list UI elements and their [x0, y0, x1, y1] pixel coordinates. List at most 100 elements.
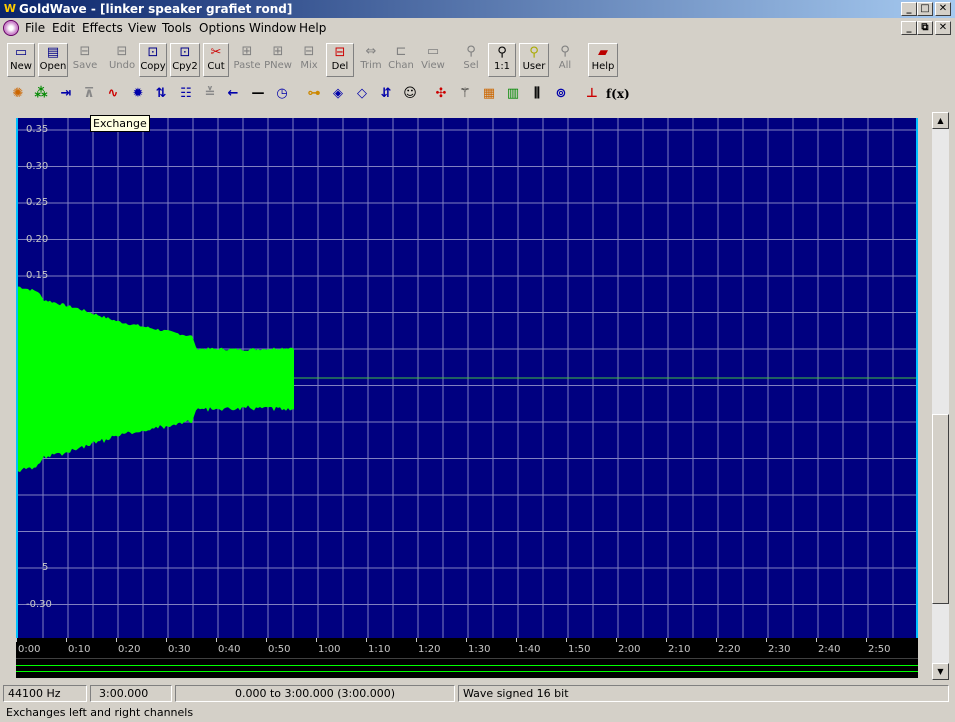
- time-tick: 2:40: [818, 644, 841, 655]
- doc-minimize-button[interactable]: _: [901, 21, 917, 35]
- time-tick: 2:30: [768, 644, 791, 655]
- mix-button[interactable]: ⊟ Mix: [296, 43, 322, 77]
- main-toolbar: ▭ New ▤ Open ⊟ Save ⊟ Undo ⊡ Copy ⊡ Cpy2 ✂ Cut …: [0, 41, 955, 77]
- time-tick-mark: [66, 638, 67, 642]
- spectrum-icon[interactable]: ✺: [7, 83, 29, 105]
- doppler-icon[interactable]: ◇: [351, 83, 373, 105]
- reverse-level-icon[interactable]: ⊼: [78, 83, 100, 105]
- band-filter-icon[interactable]: ▥: [502, 83, 524, 105]
- cut-icon: ✂: [210, 45, 222, 60]
- trim-button[interactable]: ⇔ Trim: [357, 43, 385, 77]
- zoom-user-button[interactable]: ⚲ User: [519, 43, 549, 77]
- mix-icon: ⊟: [303, 44, 315, 59]
- time-tick-mark: [666, 638, 667, 642]
- flanger-icon[interactable]: ◈: [327, 83, 349, 105]
- overview-wave-top: [16, 665, 918, 666]
- time-tick: 2:50: [868, 644, 891, 655]
- menu-effects[interactable]: Effects: [82, 21, 123, 35]
- y-tick-4: 0.15: [26, 270, 49, 281]
- scroll-down-button[interactable]: ▼: [932, 663, 949, 680]
- spectrum-filter-icon[interactable]: ▦: [478, 83, 500, 105]
- zoom-all-button[interactable]: ⚲ All: [552, 43, 578, 77]
- cut-button[interactable]: ✂ Cut: [203, 43, 229, 77]
- time-tick: 2:00: [618, 644, 641, 655]
- compress-icon[interactable]: ≚: [199, 83, 221, 105]
- copy-button[interactable]: ⊡ Copy: [139, 43, 167, 77]
- help-button[interactable]: ▰ Help: [588, 43, 618, 77]
- maximize-button[interactable]: □: [917, 2, 933, 16]
- flat-line-icon[interactable]: —: [247, 83, 269, 105]
- time-tick: 0:00: [18, 644, 41, 655]
- menu-tools[interactable]: Tools: [162, 21, 192, 35]
- channel-button[interactable]: ⊏ Chan: [387, 43, 415, 77]
- save-button[interactable]: ⊟ Save: [71, 43, 99, 77]
- time-tick: 0:50: [268, 644, 291, 655]
- doc-restore-button[interactable]: ⧉: [917, 21, 933, 35]
- y-tick-5: 5: [42, 562, 49, 573]
- menu-edit[interactable]: Edit: [52, 21, 75, 35]
- new-button[interactable]: ▭ New: [7, 43, 35, 77]
- zoom-selection-button[interactable]: ⚲ Sel: [457, 43, 485, 77]
- zoom-1to1-button[interactable]: ⚲ 1:1: [488, 43, 516, 77]
- doc-close-button[interactable]: ✕: [935, 21, 951, 35]
- time-tick-mark: [816, 638, 817, 642]
- left-arrow-icon[interactable]: ←: [222, 83, 244, 105]
- copy2-button[interactable]: ⊡ Cpy2: [170, 43, 200, 77]
- zoom-1to1-icon: ⚲: [497, 45, 507, 60]
- menu-bar: File Edit Effects View Tools Options Win…: [0, 18, 955, 38]
- paste-new-icon: ⊞: [272, 44, 284, 59]
- open-icon: ▤: [46, 45, 60, 60]
- window-title: GoldWave - [linker speaker grafiet rond]: [19, 2, 293, 16]
- marker-icon[interactable]: ⊥: [581, 83, 603, 105]
- exchange-icon[interactable]: ∿: [102, 83, 124, 105]
- document-icon[interactable]: [3, 20, 19, 36]
- time-tick: 1:10: [368, 644, 391, 655]
- file-format: Wave signed 16 bit: [458, 685, 949, 702]
- time-tick-mark: [616, 638, 617, 642]
- expression-icon[interactable]: f(x): [606, 83, 630, 105]
- waveform-graph[interactable]: 0.35 0.30 0.25 0.20 0.15 5 -0.30: [16, 118, 918, 638]
- scroll-up-button[interactable]: ▲: [932, 112, 949, 129]
- time-tick-mark: [366, 638, 367, 642]
- zoom-all-icon: ⚲: [560, 44, 570, 59]
- paste-button[interactable]: ⊞ Paste: [233, 43, 261, 77]
- time-tick-mark: [116, 638, 117, 642]
- equalizer-icon[interactable]: ☷: [175, 83, 197, 105]
- undo-button[interactable]: ⊟ Undo: [108, 43, 136, 77]
- echo-icon[interactable]: ⊶: [303, 83, 325, 105]
- clock-icon[interactable]: ◷: [271, 83, 293, 105]
- time-tick-mark: [316, 638, 317, 642]
- menu-help[interactable]: Help: [299, 21, 326, 35]
- time-tick-mark: [416, 638, 417, 642]
- overview-bar[interactable]: [16, 658, 918, 678]
- paste-new-button[interactable]: ⊞ PNew: [263, 43, 293, 77]
- distortion-icon[interactable]: ✣: [430, 83, 452, 105]
- menu-view[interactable]: View: [128, 21, 156, 35]
- time-ruler[interactable]: 0:00 0:10 0:20 0:30 0:40 0:50 1:00 1:10 1:20 1:30…: [16, 638, 918, 658]
- gear-icon[interactable]: ✹: [127, 83, 149, 105]
- time-tick: 0:40: [218, 644, 241, 655]
- close-button[interactable]: ✕: [935, 2, 951, 16]
- filter-icon[interactable]: ⚚: [454, 83, 476, 105]
- time-tick: 0:30: [168, 644, 191, 655]
- minimize-button[interactable]: _: [901, 2, 917, 16]
- view-icon: ▭: [426, 44, 440, 59]
- time-tick-mark: [716, 638, 717, 642]
- delete-icon: ⊟: [334, 45, 346, 60]
- voice-icon[interactable]: ☺: [399, 83, 421, 105]
- invert-icon[interactable]: ⇥: [55, 83, 77, 105]
- tape-icon[interactable]: ⊚: [550, 83, 572, 105]
- vertical-scrollbar[interactable]: ▲ ▼: [932, 112, 949, 680]
- swap-arrows-icon[interactable]: ⇅: [150, 83, 172, 105]
- delete-button[interactable]: ⊟ Del: [326, 43, 354, 77]
- bars-icon[interactable]: ⫼: [526, 83, 548, 105]
- open-button[interactable]: ▤ Open: [38, 43, 68, 77]
- scroll-thumb[interactable]: [932, 414, 949, 604]
- pitch-icon[interactable]: ⇵: [375, 83, 397, 105]
- menu-options[interactable]: Options: [199, 21, 245, 35]
- noise-icon[interactable]: ⁂: [30, 83, 52, 105]
- status-bar: 44100 Hz 3:00.000 0.000 to 3:00.000 (3:0…: [0, 683, 955, 722]
- view-button[interactable]: ▭ View: [419, 43, 447, 77]
- menu-file[interactable]: File: [25, 21, 45, 35]
- menu-window[interactable]: Window: [249, 21, 296, 35]
